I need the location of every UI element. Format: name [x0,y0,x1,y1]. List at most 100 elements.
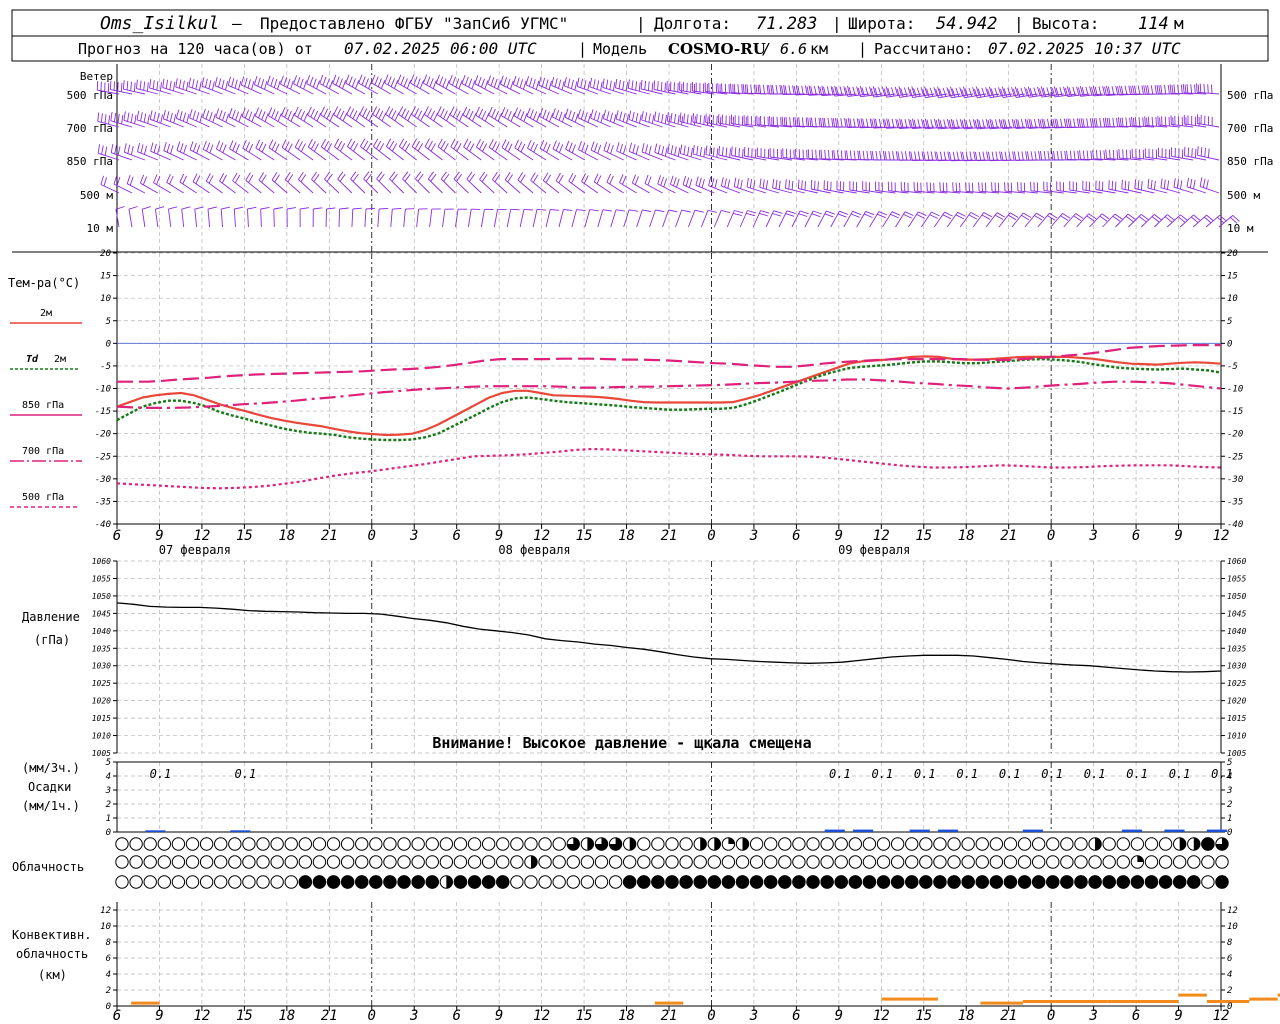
wind-barb-feather [334,138,340,147]
wind-barb [602,109,624,128]
cloud-cell [905,855,919,869]
wind-barb-feather [388,140,395,150]
wind-barb-feather [801,117,804,127]
wind-barb-feather [583,80,587,90]
wind-barb [1079,150,1103,161]
wind-barb [347,138,366,161]
wind-barb [260,206,270,228]
y-tick-label-right: -20 [1227,430,1243,440]
precip-bar [1206,829,1227,832]
wind-barb-feather [807,117,810,127]
wind-barb-feather [503,77,508,87]
provider: Предоставлено ФГБУ "ЗапСиб УГМС" [260,14,568,33]
wind-barb-feather [740,179,743,189]
cloud-fill-full [820,875,834,889]
cloud-cell [496,875,510,889]
wind-barb-feather [100,113,103,123]
cloud-circle [411,837,425,851]
wind-barb [437,138,456,161]
wind-barb-feather [837,150,839,160]
cloud-cell [1017,837,1032,851]
wind-barb-feather [1124,180,1127,190]
y-tick-label: 1010 [92,732,111,741]
wind-barb-feather [619,111,623,121]
wind-barb-feather [866,150,869,160]
wind-barb-feather [792,117,795,127]
cloud-cell [665,837,679,851]
wind-barb-feather [1196,83,1198,93]
wind-level-700hpa-right: 700 гПа [1227,122,1273,135]
wind-barb-feather [571,111,576,121]
wind-barb-feather [952,151,956,161]
wind-barb [532,208,547,228]
cloud-cell [453,875,468,889]
wind-barb [730,83,754,95]
wind-barb [1169,84,1194,95]
wind-barb-feather [424,138,430,147]
wind-barb-feather [166,111,170,121]
cloud-cell [848,855,863,869]
wind-barb-feather [716,115,718,125]
cloud-cell [1074,855,1088,869]
wind-barb-feather [417,110,423,119]
cloud-circle [143,837,157,851]
cloud-cell [975,875,989,889]
cloud-fill-full [876,875,891,889]
wind-barb [192,173,210,194]
cloud-circle [1201,875,1215,889]
cloud-fill-full [1130,875,1145,889]
wind-barb-feather [316,112,322,122]
wind-barb-feather [600,81,603,91]
wind-barb-feather [784,85,788,95]
precip-bar [145,830,166,832]
legend-td-symbol: Td [26,354,39,365]
wind-barb-feather [114,145,117,154]
wind-barb-feather [555,109,560,119]
x-tick-label: 18 [618,1008,635,1024]
wind-barb-feather [929,87,934,97]
wind-barb-feather [835,117,838,127]
wind-barb-feather [872,86,876,96]
wind-barb-feather [644,112,648,122]
wind-barb-feather [281,107,286,116]
wind-barb-feather [724,83,727,93]
wind-barb-feather [1056,150,1059,160]
precip-bar [1022,829,1043,832]
wind-barb-feather [552,140,557,150]
wind-barb [807,117,831,128]
wind-barb-feather [507,143,513,152]
wind-barb-staff [610,209,617,228]
wind-barb-feather [1116,117,1119,127]
wind-barb-feather [400,76,405,86]
cloud-cell [1088,855,1102,869]
wind-barb-feather [602,109,607,119]
cloud-cell [510,855,524,869]
wind-barb-feather [904,151,908,161]
cloud-cell [637,837,651,851]
wind-barb-feather [117,113,120,123]
wind-barb-feather [121,114,124,125]
cloud-cell [129,855,143,869]
wind-barb-feather [708,114,711,124]
wind-barb-feather [525,76,530,86]
wind-barb-feather [783,117,786,127]
wind-barb [402,171,417,194]
cloud-cell [778,875,792,889]
cloud-fill-full [721,875,736,889]
cloud-cell [961,875,975,889]
legend-700-label: 700 гПа [22,446,64,457]
wind-barb [416,208,428,228]
wind-barb-feather [807,149,810,159]
wind-barb [298,171,314,194]
cloud-circle [1003,837,1018,851]
cloud-cell [1046,855,1060,869]
cloud-circle [284,837,298,851]
cloud-circle [496,855,510,869]
wind-barb-feather [657,175,662,185]
alt-label: Высота: [1032,14,1099,33]
wind-barb-feather [140,144,144,154]
wind-barb-feather [832,118,836,128]
wind-barb-feather [192,110,196,120]
cloud-cell [651,837,665,851]
cloud-cell [806,837,820,851]
